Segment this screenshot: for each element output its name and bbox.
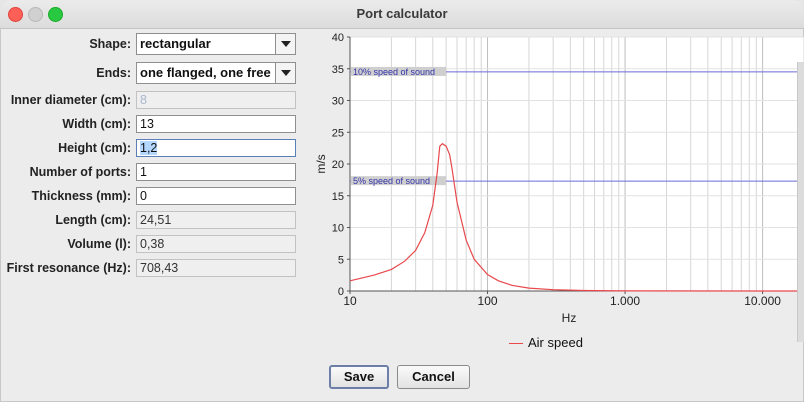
y-tick-label: 15 <box>332 191 344 203</box>
cancel-button[interactable]: Cancel <box>397 365 470 389</box>
ends-select-value: one flanged, one free <box>140 65 271 80</box>
save-button[interactable]: Save <box>329 365 389 389</box>
height-label: Height (cm): <box>58 141 131 155</box>
y-tick-label: 10 <box>332 223 344 235</box>
air-speed-chart: 051015202530354010 100 1.000 10.000Hzm/s10%… <box>314 32 804 325</box>
reference-label-5-percent: 5% speed of sound <box>353 176 430 186</box>
shape-select[interactable]: rectangular <box>136 33 296 55</box>
x-tick-label: 1.000 <box>610 294 640 308</box>
number-of-ports-label: Number of ports: <box>29 165 131 179</box>
y-tick-label: 40 <box>332 32 344 44</box>
shape-select-value: rectangular <box>140 36 211 51</box>
x-tick-label: 100 <box>478 294 498 308</box>
width-field[interactable]: 13 <box>136 115 296 133</box>
x-axis-label: Hz <box>562 311 577 325</box>
width-label: Width (cm): <box>62 117 131 131</box>
ends-label: Ends: <box>96 66 131 80</box>
volume-field: 0,38 <box>136 235 296 253</box>
port-calculator-window: Port calculator Shape: rectangular Ends:… <box>0 0 804 402</box>
y-tick-label: 5 <box>338 254 344 266</box>
reference-label-10-percent: 10% speed of sound <box>353 67 435 77</box>
title-bar: Port calculator <box>0 0 804 29</box>
legend-label-air-speed: Air speed <box>528 335 583 350</box>
background-window-edge <box>797 62 804 342</box>
volume-label: Volume (l): <box>67 237 131 251</box>
height-field-value: 1,2 <box>140 141 158 155</box>
shape-label: Shape: <box>89 37 131 51</box>
y-tick-label: 20 <box>332 159 344 171</box>
first-resonance-label: First resonance (Hz): <box>6 261 131 275</box>
number-of-ports-field[interactable]: 1 <box>136 163 296 181</box>
length-label: Length (cm): <box>55 213 131 227</box>
thickness-field[interactable]: 0 <box>136 187 296 205</box>
thickness-label: Thickness (mm): <box>31 189 131 203</box>
x-tick-label: 10.000 <box>744 294 781 308</box>
first-resonance-field: 708,43 <box>136 259 296 277</box>
legend-swatch <box>509 343 523 345</box>
x-tick-label: 10 <box>343 294 357 308</box>
chart-legend: Air speed <box>509 335 583 350</box>
inner-diameter-field: 8 <box>136 91 296 109</box>
window-title: Port calculator <box>356 6 448 21</box>
y-tick-label: 25 <box>332 127 344 139</box>
chevron-down-icon[interactable] <box>275 63 295 83</box>
length-field: 24,51 <box>136 211 296 229</box>
y-axis-label: m/s <box>314 154 328 173</box>
inner-diameter-label: Inner diameter (cm): <box>10 93 131 107</box>
chevron-down-icon[interactable] <box>275 34 295 54</box>
y-tick-label: 35 <box>332 64 344 76</box>
height-field[interactable]: 1,2 <box>136 139 296 157</box>
ends-select[interactable]: one flanged, one free <box>136 62 296 84</box>
y-tick-label: 30 <box>332 96 344 108</box>
